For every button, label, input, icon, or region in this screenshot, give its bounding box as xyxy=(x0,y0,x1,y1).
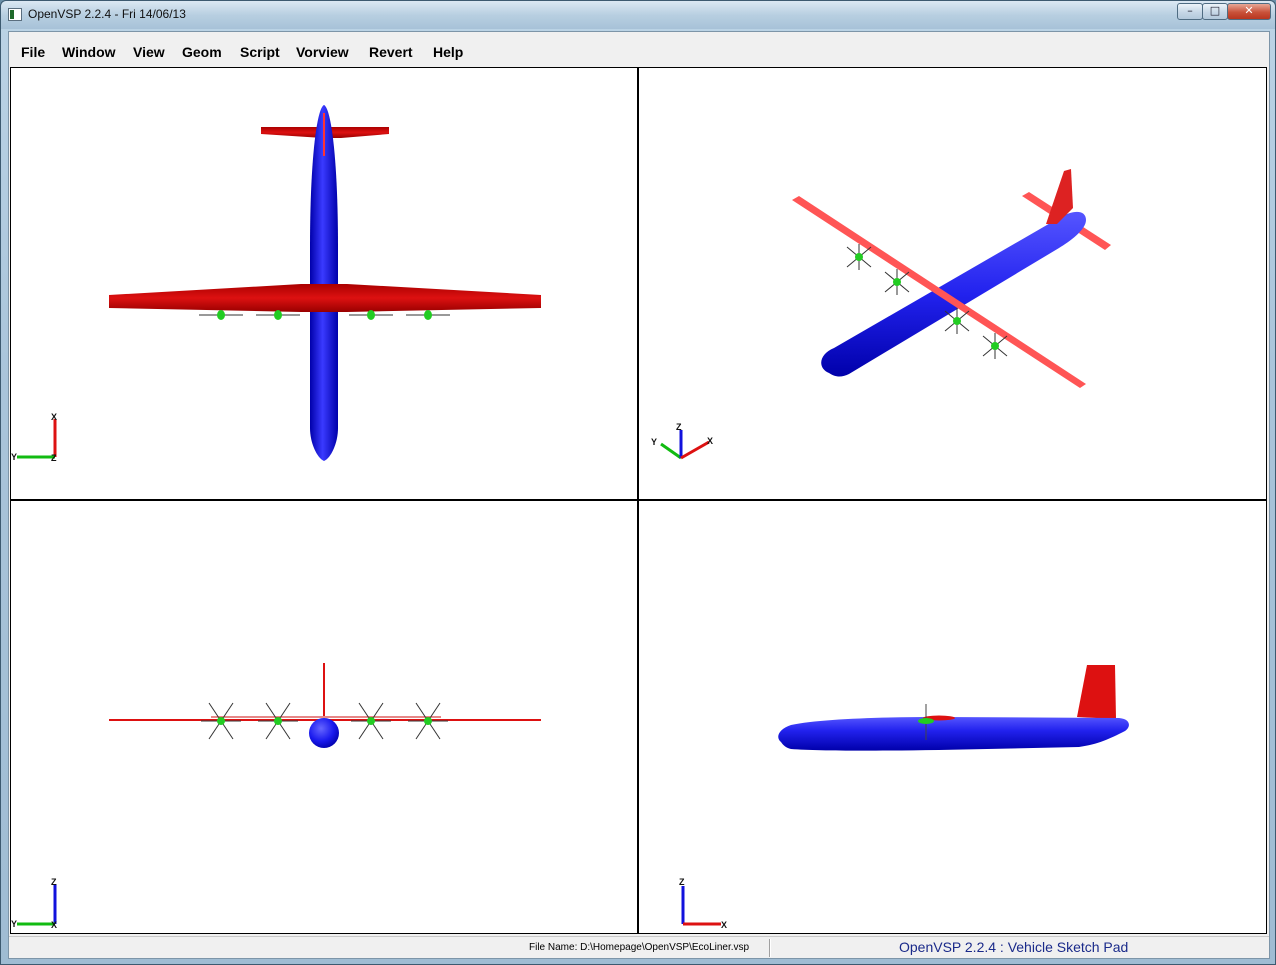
main-window: OpenVSP 2.2.4 - Fri 14/06/13 – □ ✕ File … xyxy=(0,0,1276,965)
axis-label-z: Z xyxy=(679,877,685,887)
axis-label-x: X xyxy=(51,920,57,930)
vertical-tail xyxy=(1077,665,1116,719)
axis-label-y: Y xyxy=(11,452,17,462)
menu-window[interactable]: Window xyxy=(62,44,116,60)
axis-label-z: Z xyxy=(51,877,57,887)
menu-revert[interactable]: Revert xyxy=(369,44,413,60)
fuselage xyxy=(309,718,339,748)
axis-label-x: X xyxy=(721,920,727,930)
menu-script[interactable]: Script xyxy=(240,44,280,60)
axis-triad: Y Z X xyxy=(11,877,57,930)
title-bar[interactable]: OpenVSP 2.2.4 - Fri 14/06/13 – □ ✕ xyxy=(1,1,1275,29)
top-view-model: Y X Z xyxy=(11,105,541,463)
window-title: OpenVSP 2.2.4 - Fri 14/06/13 xyxy=(28,7,186,21)
iso-view-model: Y Z X xyxy=(651,169,1111,460)
side-view-model: Z X xyxy=(679,665,1129,930)
app-icon xyxy=(8,8,22,21)
minimize-button[interactable]: – xyxy=(1177,3,1203,20)
axis-label-z: Z xyxy=(676,422,682,432)
close-button[interactable]: ✕ xyxy=(1227,3,1271,20)
menu-view[interactable]: View xyxy=(133,44,165,60)
menu-bar: File Window View Geom Script Vorview Rev… xyxy=(9,32,1269,66)
file-name-label: File Name: D:\Homepage\OpenVSP\EcoLiner.… xyxy=(529,942,750,953)
status-separator xyxy=(769,939,771,957)
axis-label-y: Y xyxy=(11,919,17,929)
status-bar: File Name: D:\Homepage\OpenVSP\EcoLiner.… xyxy=(9,936,1269,958)
menu-geom[interactable]: Geom xyxy=(182,44,222,60)
fuselage xyxy=(821,211,1086,377)
viewport-grid: Y X Z Y Z X Y Z X Z X xyxy=(10,67,1267,934)
axis-triad: Y Z X xyxy=(651,422,713,460)
viewport-top[interactable]: Y X Z xyxy=(11,68,637,499)
viewport-front[interactable]: Y Z X xyxy=(11,501,637,933)
menu-file[interactable]: File xyxy=(21,44,45,60)
axis-label-z: Z xyxy=(51,453,57,463)
client-area: File Window View Geom Script Vorview Rev… xyxy=(8,31,1270,959)
fuselage xyxy=(310,105,338,461)
axis-triad: Z X xyxy=(679,877,727,930)
viewport-side[interactable]: Z X xyxy=(639,501,1266,933)
menu-help[interactable]: Help xyxy=(433,44,463,60)
menu-vorview[interactable]: Vorview xyxy=(296,44,349,60)
axis-label-x: X xyxy=(707,436,713,446)
app-caption: OpenVSP 2.2.4 : Vehicle Sketch Pad xyxy=(899,939,1129,955)
axis-label-y: Y xyxy=(651,437,657,447)
axis-triad: Y X Z xyxy=(11,412,57,463)
fuselage xyxy=(778,717,1129,751)
front-view-model: Y Z X xyxy=(11,663,541,930)
viewport-iso[interactable]: Y Z X xyxy=(639,68,1266,499)
axis-label-x: X xyxy=(51,412,57,422)
main-wing xyxy=(109,284,541,312)
maximize-button[interactable]: □ xyxy=(1202,3,1228,20)
